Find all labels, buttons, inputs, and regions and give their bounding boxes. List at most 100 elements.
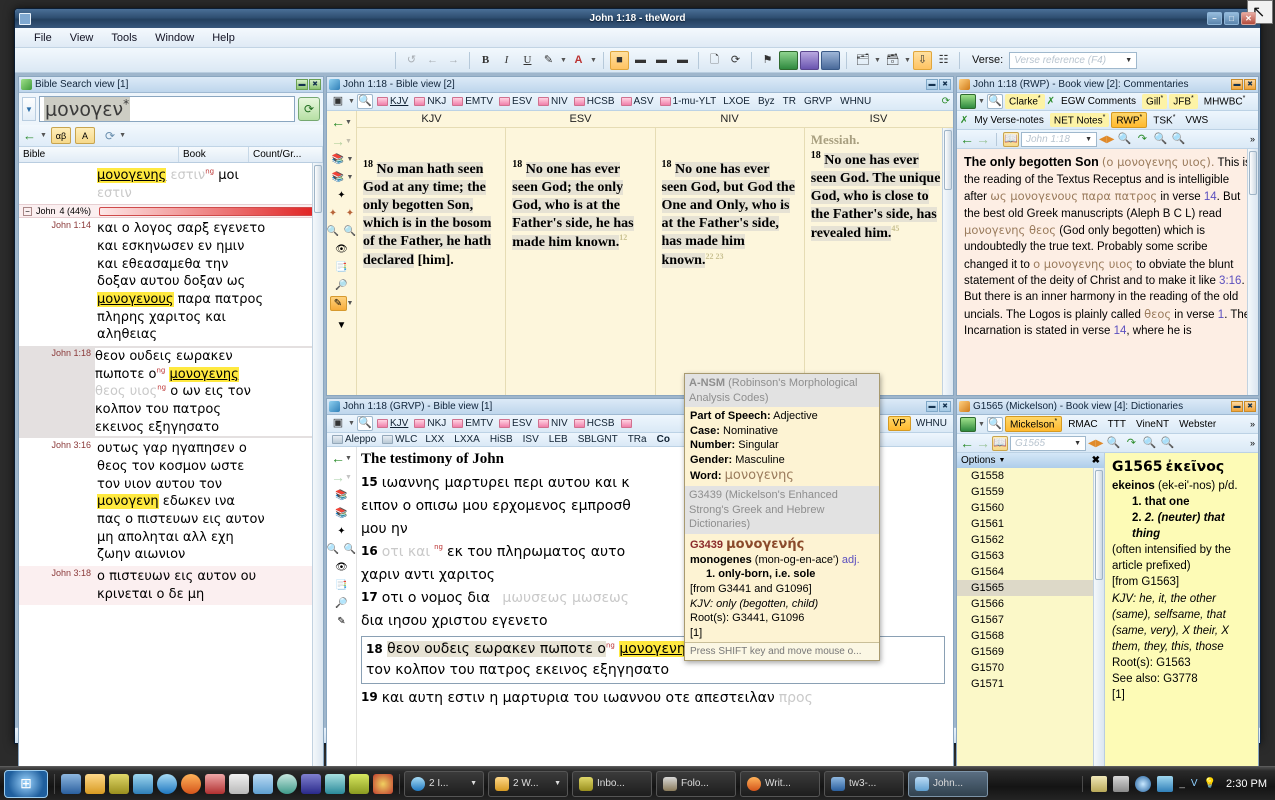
quicklaunch-icon-3[interactable] bbox=[109, 773, 129, 794]
taskbar-item-5[interactable]: Writ... bbox=[740, 770, 820, 797]
tile-views-icon[interactable]: ☷ bbox=[934, 51, 953, 70]
taskbar-item-1[interactable]: 2 I... ▼ bbox=[404, 770, 484, 797]
quicklaunch-icon-10[interactable] bbox=[277, 773, 297, 794]
next-verse-icon[interactable]: ✦ bbox=[342, 206, 359, 221]
commentary-scrollbar[interactable] bbox=[1247, 149, 1258, 395]
search-scroll-thumb[interactable] bbox=[314, 165, 322, 213]
list-item-selected[interactable]: G1565 bbox=[957, 580, 1104, 597]
translation-column-isv[interactable]: Messiah. 18 No one has ever seen God. Th… bbox=[805, 128, 953, 395]
back-nav-arrow-icon[interactable]: ▼ bbox=[345, 119, 352, 126]
more-tools-icon[interactable]: ▼ bbox=[333, 318, 350, 333]
module-chip-emtv[interactable]: EMTV bbox=[450, 418, 495, 429]
dictionary-tab-mickelson[interactable]: Mickelson* bbox=[1005, 416, 1063, 433]
menu-help[interactable]: Help bbox=[203, 30, 244, 46]
commentary-tab-net-notes[interactable]: NET Notes* bbox=[1049, 113, 1110, 128]
quicklaunch-icon-4[interactable] bbox=[133, 773, 153, 794]
module-more-icon[interactable]: ⟳ bbox=[942, 96, 950, 107]
tray-network-icon[interactable] bbox=[1157, 775, 1174, 792]
quicklaunch-icon-2[interactable] bbox=[85, 773, 105, 794]
module-chip-nkj[interactable]: NKJ bbox=[412, 418, 448, 429]
dictionary-module-arrow-icon[interactable]: ▼ bbox=[978, 421, 985, 428]
title-bar[interactable]: John 1:18 - theWord – □ ✕ bbox=[15, 9, 1260, 28]
commentary-tab-tsk[interactable]: TSK* bbox=[1149, 113, 1179, 127]
verse-footnote-marker[interactable]: 45 bbox=[891, 224, 899, 233]
zoom-in-icon[interactable]: 🔍 bbox=[327, 542, 342, 557]
list-item[interactable]: G1558 bbox=[957, 468, 1104, 484]
zoom-in-icon[interactable]: 🔍 bbox=[327, 224, 342, 239]
commentary-tab-my-verse-notes[interactable]: My Verse-notes bbox=[970, 114, 1047, 127]
search-greek-toggle-icon[interactable]: αβ bbox=[51, 127, 71, 144]
dictionary-list-close-button[interactable]: ✖ bbox=[1092, 455, 1100, 466]
dictionary-search-icon[interactable]: 🔍 bbox=[987, 416, 1003, 432]
result-ref[interactable]: John 3:16 bbox=[19, 440, 97, 564]
start-button[interactable]: ⊞ bbox=[4, 769, 48, 798]
verse-footnote-marker[interactable]: 22 23 bbox=[705, 252, 723, 261]
module-chip-extra[interactable] bbox=[619, 419, 634, 428]
translation-column-kjv[interactable]: 18 No man hath seen God at any time; the… bbox=[357, 128, 507, 395]
commentary-find-icon[interactable]: 🔍 bbox=[1116, 132, 1132, 147]
quicklaunch-firefox-icon[interactable] bbox=[181, 773, 201, 794]
commentary-titlebar[interactable]: John 1:18 (RWP) - Book view [2]: Comment… bbox=[957, 77, 1258, 93]
sync-views-icon[interactable]: ⇩ bbox=[913, 50, 932, 70]
prev-chapter-arrow-icon[interactable]: ▼ bbox=[347, 156, 354, 163]
module-label-whnu[interactable]: WHNU bbox=[916, 418, 947, 429]
commentary-minimize-button[interactable]: ▬ bbox=[1231, 79, 1243, 90]
module-chip-wlc[interactable]: WLC bbox=[380, 434, 419, 445]
quicklaunch-chrome-icon[interactable] bbox=[373, 773, 393, 794]
highlight-icon[interactable]: ✎ bbox=[539, 51, 558, 70]
list-item[interactable]: G1568 bbox=[957, 628, 1104, 644]
commentary-back-icon[interactable]: ← bbox=[960, 131, 974, 147]
list-item[interactable]: G1560 bbox=[957, 500, 1104, 516]
module-label-isv[interactable]: ISV bbox=[523, 434, 539, 445]
search-in-bible-icon[interactable]: 🔍 bbox=[357, 416, 373, 431]
dictionary-minimize-button[interactable]: ▬ bbox=[1231, 401, 1243, 412]
module-chip-hcsb[interactable]: HCSB bbox=[572, 96, 617, 107]
commentary-module-icon[interactable] bbox=[800, 50, 819, 70]
module-label-co[interactable]: Co bbox=[657, 434, 670, 445]
forward-nav-arrow-icon[interactable]: ▼ bbox=[345, 474, 352, 481]
quicklaunch-icon-7[interactable] bbox=[205, 773, 225, 794]
align-right-icon[interactable]: ▬ bbox=[652, 51, 671, 70]
commentary-tab-vws[interactable]: VWS bbox=[1181, 114, 1212, 127]
font-color-icon[interactable]: A bbox=[569, 51, 588, 70]
commentary-scroll-thumb[interactable] bbox=[1249, 151, 1257, 196]
bible-top-minimize-button[interactable]: ▬ bbox=[926, 79, 938, 90]
list-item[interactable]: G1561 bbox=[957, 516, 1104, 532]
quicklaunch-browser-icon[interactable] bbox=[157, 773, 177, 794]
note-icon[interactable]: 📑 bbox=[333, 260, 350, 275]
tray-hidden-icon[interactable]: _ bbox=[1179, 778, 1185, 789]
list-item[interactable]: G1562 bbox=[957, 532, 1104, 548]
dictionary-list-scrollbar[interactable] bbox=[1093, 468, 1104, 787]
bible-bottom-minimize-button[interactable]: ▬ bbox=[926, 401, 938, 412]
module-chip-kjv[interactable]: KJV bbox=[375, 418, 410, 429]
verse-reference-input[interactable]: Verse reference (F4) ▼ bbox=[1009, 51, 1138, 69]
translation-header-kjv[interactable]: KJV bbox=[357, 111, 506, 127]
search-results-scrollbar[interactable] bbox=[312, 163, 323, 769]
tray-printer-icon[interactable] bbox=[1113, 775, 1130, 792]
tray-v-icon[interactable]: V bbox=[1191, 778, 1198, 789]
module-manager-arrow-icon[interactable]: ▼ bbox=[348, 420, 355, 427]
dictionary-entry-list[interactable]: Options ▼ ✖ G1558 G1559 G1560 G1561 G156… bbox=[957, 453, 1105, 787]
module-manager-icon[interactable]: ▣ bbox=[330, 94, 346, 109]
taskbar-item-6[interactable]: tw3-... bbox=[824, 770, 904, 797]
dictionary-tab-webster[interactable]: Webster bbox=[1175, 418, 1220, 431]
menu-file[interactable]: File bbox=[25, 30, 61, 46]
translation-column-esv[interactable]: 18 No one has ever seen God; the only Go… bbox=[506, 128, 656, 395]
dictionary-nav-overflow-icon[interactable]: » bbox=[1250, 438, 1255, 448]
dictionary-titlebar[interactable]: G1565 (Mickelson) - Book view [4]: Dicti… bbox=[957, 399, 1258, 415]
taskbar-item-3[interactable]: Inbo... bbox=[572, 770, 652, 797]
bible-top-scrollbar[interactable] bbox=[942, 128, 953, 395]
verse-footnote-marker[interactable]: 12 bbox=[619, 233, 627, 242]
module-chip-hcsb[interactable]: HCSB bbox=[572, 418, 617, 429]
module-label-tra[interactable]: TRa bbox=[628, 434, 647, 445]
search-result-row[interactable]: John 1:14 και ο λογος σαρξ εγενετο και ε… bbox=[19, 218, 323, 346]
entry-see-also[interactable]: See also: G3778 bbox=[1112, 671, 1251, 687]
dictionary-back-icon[interactable]: ← bbox=[960, 435, 974, 451]
new-note-icon[interactable]: 🗋 bbox=[705, 51, 724, 70]
italic-button[interactable]: I bbox=[497, 51, 516, 70]
forward-nav-icon[interactable]: → bbox=[331, 133, 345, 149]
module-chip-esv[interactable]: ESV bbox=[497, 96, 534, 107]
column-header-count[interactable]: Count/Gr... bbox=[249, 147, 323, 162]
commentary-ref-dropdown-icon[interactable]: ▼ bbox=[1085, 136, 1092, 143]
forward-arrow-icon[interactable]: → bbox=[444, 51, 463, 70]
